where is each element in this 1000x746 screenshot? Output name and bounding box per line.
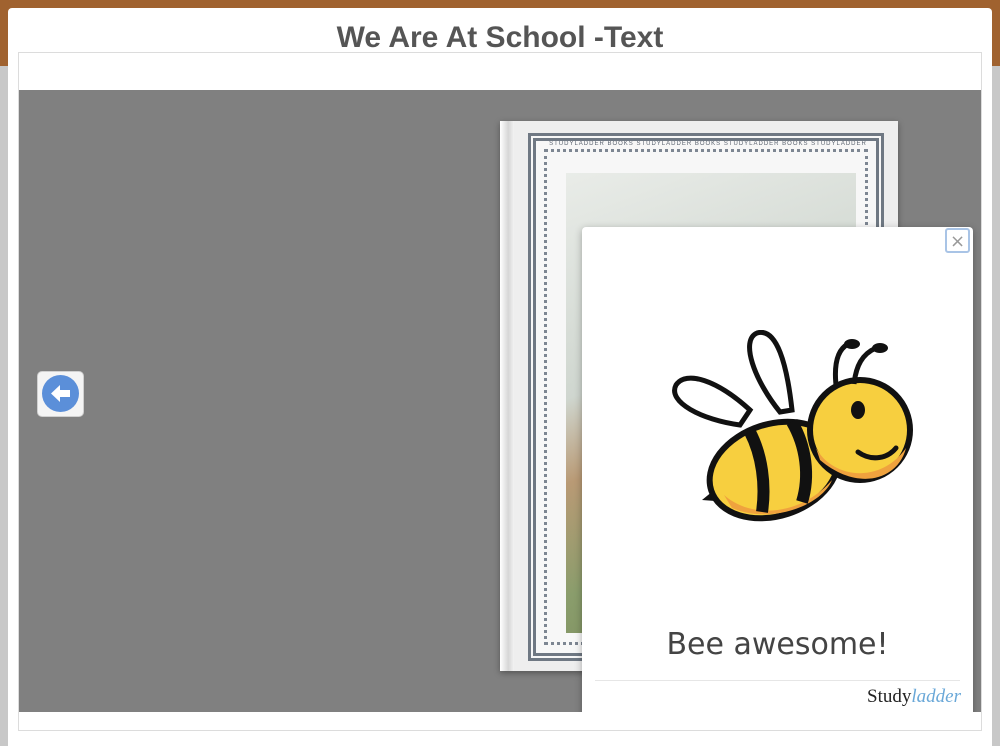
book-viewer-frame: STUDYLADDER BOOKS STUDYLADDER BOOKS STUD… <box>18 52 982 731</box>
arrow-left-circle-icon <box>42 375 79 412</box>
brand-part-1: Study <box>867 686 912 707</box>
close-button[interactable]: × <box>945 228 970 253</box>
book-modal: We Are At School -Text STUDYLADDER BOOKS… <box>8 8 992 746</box>
book-viewer: STUDYLADDER BOOKS STUDYLADDER BOOKS STUD… <box>19 90 981 712</box>
brand-part-2: ladder <box>911 686 961 707</box>
studyladder-logo: Studyladder <box>867 686 961 708</box>
viewer-toolbar <box>19 53 981 90</box>
previous-page-button[interactable] <box>37 371 84 417</box>
reward-popup: × Bee awesome! Studyladder <box>582 227 973 712</box>
book-spine <box>500 121 514 671</box>
book-header-text: STUDYLADDER BOOKS STUDYLADDER BOOKS STUD… <box>549 141 867 147</box>
popup-message: Bee awesome! <box>666 627 889 662</box>
popup-divider <box>595 680 960 681</box>
bee-illustration <box>662 329 922 530</box>
